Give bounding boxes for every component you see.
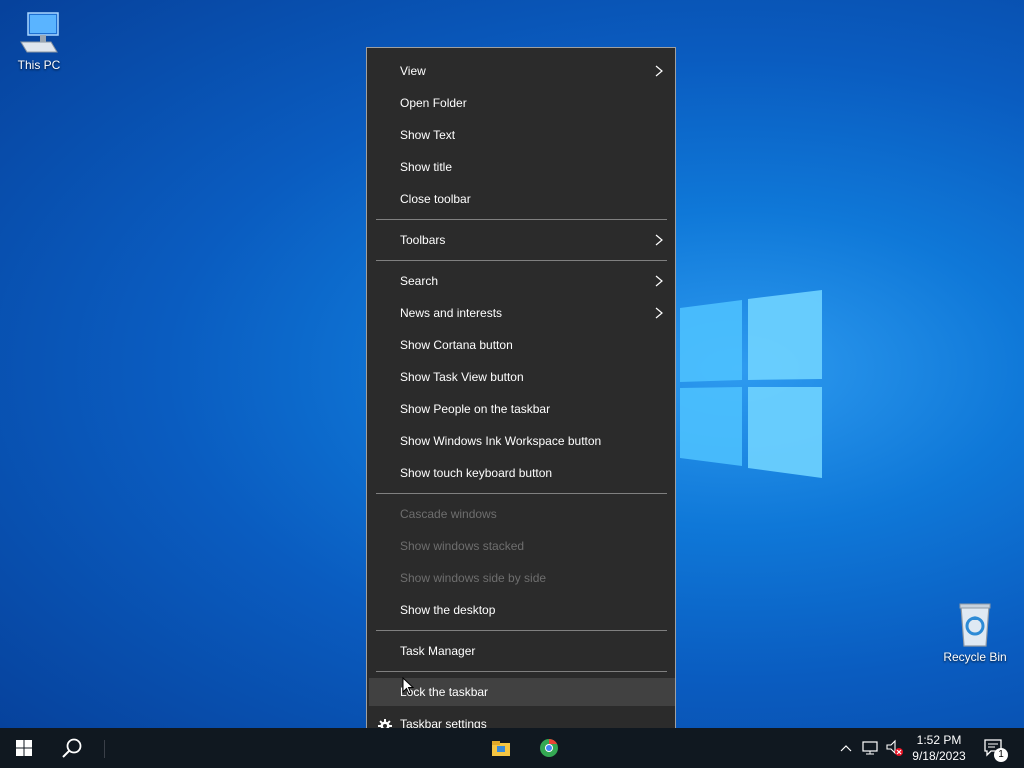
network-button[interactable] <box>860 728 882 768</box>
menu-item-show-title[interactable]: Show title <box>367 153 675 181</box>
start-button[interactable] <box>0 728 48 768</box>
menu-item-show-people[interactable]: Show People on the taskbar <box>367 395 675 423</box>
clock-time: 1:52 PM <box>916 733 962 747</box>
menu-item-show-windows-stacked: Show windows stacked <box>367 532 675 560</box>
menu-item-label: Show windows stacked <box>400 539 525 553</box>
menu-item-toolbars[interactable]: Toolbars <box>367 226 675 254</box>
menu-separator <box>376 260 667 261</box>
chevron-up-icon <box>840 745 852 752</box>
menu-item-label: Task Manager <box>400 644 476 658</box>
menu-item-label: Show windows side by side <box>400 571 547 585</box>
taskbar-divider <box>104 740 105 758</box>
volume-button[interactable] <box>884 728 906 768</box>
menu-item-close-toolbar[interactable]: Close toolbar <box>367 185 675 213</box>
menu-item-label: Close toolbar <box>400 192 471 206</box>
mouse-cursor-icon <box>402 676 415 700</box>
taskbar-context-menu: View Open Folder Show Text Show title Cl… <box>366 47 676 747</box>
menu-item-label: Cascade windows <box>400 507 497 521</box>
menu-item-show-the-desktop[interactable]: Show the desktop <box>367 596 675 624</box>
chevron-right-icon <box>652 57 666 85</box>
show-hidden-icons-button[interactable] <box>836 728 856 768</box>
menu-item-label: Show Windows Ink Workspace button <box>400 434 602 448</box>
taskbar: 1:52 PM 9/18/2023 1 <box>0 728 1024 768</box>
menu-item-lock-the-taskbar[interactable]: Lock the taskbar <box>369 678 675 706</box>
desktop-icon-label: Recycle Bin <box>943 650 1007 664</box>
menu-item-show-windows-side-by-side: Show windows side by side <box>367 564 675 592</box>
menu-separator <box>376 219 667 220</box>
file-explorer-icon[interactable] <box>491 738 511 758</box>
search-button[interactable] <box>48 728 96 768</box>
menu-item-label: Show title <box>400 160 453 174</box>
menu-item-label: Show the desktop <box>400 603 496 617</box>
menu-item-label: Show Cortana button <box>400 338 513 352</box>
menu-separator <box>376 671 667 672</box>
menu-item-show-touch-keyboard[interactable]: Show touch keyboard button <box>367 459 675 487</box>
network-icon <box>862 741 878 755</box>
desktop-icon-label: This PC <box>17 58 61 72</box>
menu-item-label: News and interests <box>400 306 503 320</box>
menu-item-label: Search <box>400 274 439 288</box>
menu-item-label: Show touch keyboard button <box>400 466 553 480</box>
menu-item-label: Show People on the taskbar <box>400 402 551 416</box>
chevron-right-icon <box>652 226 666 254</box>
menu-item-label: Toolbars <box>400 233 446 247</box>
menu-separator <box>376 493 667 494</box>
search-icon <box>62 738 82 758</box>
desktop-icon-recycle-bin[interactable]: Recycle Bin <box>939 600 1011 664</box>
menu-item-cascade-windows: Cascade windows <box>367 500 675 528</box>
menu-item-show-task-view-button[interactable]: Show Task View button <box>367 363 675 391</box>
windows-start-icon <box>16 740 32 756</box>
menu-item-show-windows-ink[interactable]: Show Windows Ink Workspace button <box>367 427 675 455</box>
menu-item-open-folder[interactable]: Open Folder <box>367 89 675 117</box>
menu-item-view[interactable]: View <box>367 57 675 85</box>
chrome-icon[interactable] <box>539 738 559 758</box>
notification-count-badge: 1 <box>994 748 1008 762</box>
menu-item-search[interactable]: Search <box>367 267 675 295</box>
computer-icon <box>15 8 63 56</box>
menu-item-news-and-interests[interactable]: News and interests <box>367 299 675 327</box>
desktop-icon-this-pc[interactable]: This PC <box>3 8 75 72</box>
wallpaper-windows-logo <box>672 288 824 480</box>
menu-item-label: Show Task View button <box>400 370 524 384</box>
action-center-button[interactable]: 1 <box>980 728 1010 768</box>
chevron-right-icon <box>652 267 666 295</box>
recycle-bin-icon <box>951 600 999 648</box>
clock-date: 9/18/2023 <box>912 749 966 763</box>
chevron-right-icon <box>652 299 666 327</box>
menu-item-label: Show Text <box>400 128 456 142</box>
menu-item-label: View <box>400 64 426 78</box>
menu-item-show-cortana-button[interactable]: Show Cortana button <box>367 331 675 359</box>
clock[interactable]: 1:52 PM 9/18/2023 <box>907 732 971 764</box>
menu-separator <box>376 630 667 631</box>
menu-item-task-manager[interactable]: Task Manager <box>367 637 675 665</box>
menu-item-label: Open Folder <box>400 96 467 110</box>
menu-item-show-text[interactable]: Show Text <box>367 121 675 149</box>
volume-muted-icon <box>886 739 903 756</box>
